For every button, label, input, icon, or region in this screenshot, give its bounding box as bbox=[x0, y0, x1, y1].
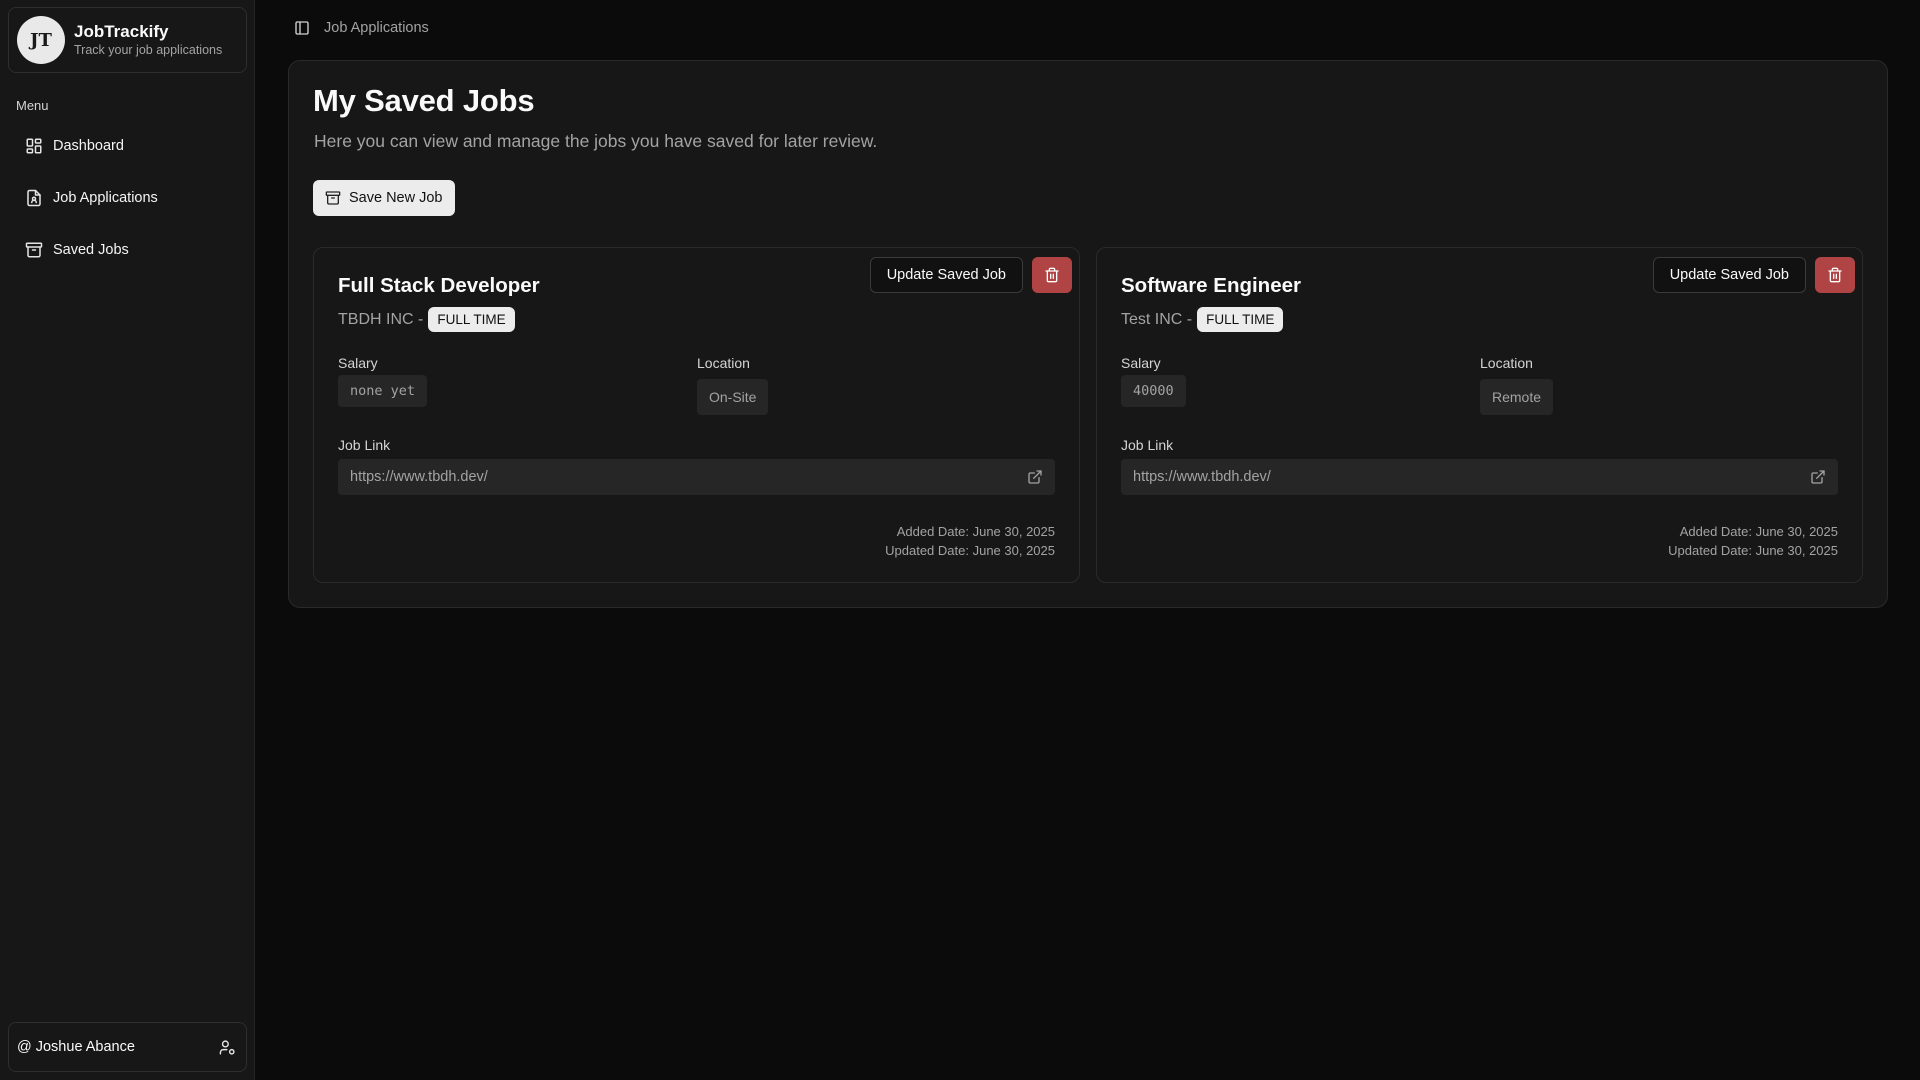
job-link-label: Job Link bbox=[1121, 437, 1174, 453]
job-dates: Added Date: June 30, 2025 Updated Date: … bbox=[1668, 522, 1838, 560]
sidebar-item-saved-jobs[interactable]: Saved Jobs bbox=[8, 229, 247, 271]
salary-value: 40000 bbox=[1121, 375, 1186, 407]
update-saved-job-button[interactable]: Update Saved Job bbox=[869, 257, 1023, 293]
location-label: Location bbox=[1480, 355, 1533, 371]
sidebar: JT JobTrackify Track your job applicatio… bbox=[0, 0, 255, 1080]
app-subtitle: Track your job applications bbox=[74, 43, 223, 57]
user-menu[interactable]: @ Joshue Abance bbox=[8, 1022, 247, 1072]
job-link[interactable]: https://www.tbdh.dev/ bbox=[1121, 459, 1838, 495]
updated-date: Updated Date: June 30, 2025 bbox=[885, 543, 1055, 558]
top-bar: Job Applications bbox=[294, 20, 429, 36]
save-new-job-button[interactable]: Save New Job bbox=[313, 180, 455, 216]
menu-label: Menu bbox=[16, 98, 49, 113]
sidebar-item-dashboard[interactable]: Dashboard bbox=[8, 125, 247, 167]
job-dates: Added Date: June 30, 2025 Updated Date: … bbox=[885, 522, 1055, 560]
job-link-label: Job Link bbox=[338, 437, 391, 453]
layout-dashboard-icon bbox=[25, 137, 43, 155]
salary-label: Salary bbox=[1121, 355, 1161, 371]
update-saved-job-button[interactable]: Update Saved Job bbox=[1652, 257, 1806, 293]
user-cog-icon[interactable] bbox=[219, 1039, 236, 1056]
added-date: Added Date: June 30, 2025 bbox=[1679, 524, 1838, 539]
job-link-url[interactable]: https://www.tbdh.dev/ bbox=[1133, 469, 1271, 485]
user-name: @ Joshue Abance bbox=[17, 1039, 135, 1055]
brand-header[interactable]: JT JobTrackify Track your job applicatio… bbox=[8, 7, 247, 73]
saved-job-card: Full Stack Developer TBDH INC - FULL TIM… bbox=[313, 247, 1080, 583]
location-label: Location bbox=[697, 355, 750, 371]
sidebar-toggle-icon[interactable] bbox=[294, 20, 310, 36]
job-type-badge: FULL TIME bbox=[1197, 307, 1284, 332]
breadcrumb[interactable]: Job Applications bbox=[324, 20, 429, 36]
sidebar-item-label: Dashboard bbox=[53, 138, 124, 154]
sidebar-item-label: Saved Jobs bbox=[53, 242, 129, 258]
company-row: Test INC - FULL TIME bbox=[1121, 307, 1284, 332]
external-link-icon[interactable] bbox=[1027, 469, 1043, 485]
salary-label: Salary bbox=[338, 355, 378, 371]
archive-icon bbox=[25, 241, 43, 259]
app-name: JobTrackify bbox=[74, 22, 169, 41]
trash-icon bbox=[1044, 267, 1060, 283]
file-user-icon bbox=[25, 189, 43, 207]
job-type-badge: FULL TIME bbox=[428, 307, 515, 332]
job-link-url[interactable]: https://www.tbdh.dev/ bbox=[350, 469, 488, 485]
job-title: Software Engineer bbox=[1121, 274, 1301, 297]
job-title: Full Stack Developer bbox=[338, 274, 540, 297]
saved-job-card: Software Engineer Test INC - FULL TIME U… bbox=[1096, 247, 1863, 583]
save-new-job-label: Save New Job bbox=[349, 190, 443, 206]
location-value: On-Site bbox=[697, 379, 769, 415]
added-date: Added Date: June 30, 2025 bbox=[896, 524, 1055, 539]
job-link[interactable]: https://www.tbdh.dev/ bbox=[338, 459, 1055, 495]
delete-job-button[interactable] bbox=[1815, 257, 1855, 293]
external-link-icon[interactable] bbox=[1810, 469, 1826, 485]
archive-icon bbox=[325, 190, 341, 206]
app-logo: JT bbox=[17, 16, 65, 64]
updated-date: Updated Date: June 30, 2025 bbox=[1668, 543, 1838, 558]
company-row: TBDH INC - FULL TIME bbox=[338, 307, 515, 332]
company-name: Test INC - bbox=[1121, 310, 1193, 328]
salary-value: none yet bbox=[338, 375, 428, 407]
company-name: TBDH INC - bbox=[338, 310, 424, 328]
sidebar-item-job-applications[interactable]: Job Applications bbox=[8, 177, 247, 219]
page-description: Here you can view and manage the jobs yo… bbox=[314, 131, 878, 151]
trash-icon bbox=[1827, 267, 1843, 283]
page-title: My Saved Jobs bbox=[313, 83, 535, 118]
delete-job-button[interactable] bbox=[1032, 257, 1072, 293]
sidebar-nav: Dashboard Job Applications Saved Jobs bbox=[8, 125, 247, 281]
brand-text: JobTrackify Track your job applications bbox=[74, 22, 222, 58]
location-value: Remote bbox=[1480, 379, 1554, 415]
saved-jobs-panel: My Saved Jobs Here you can view and mana… bbox=[288, 60, 1888, 608]
sidebar-item-label: Job Applications bbox=[53, 190, 158, 206]
